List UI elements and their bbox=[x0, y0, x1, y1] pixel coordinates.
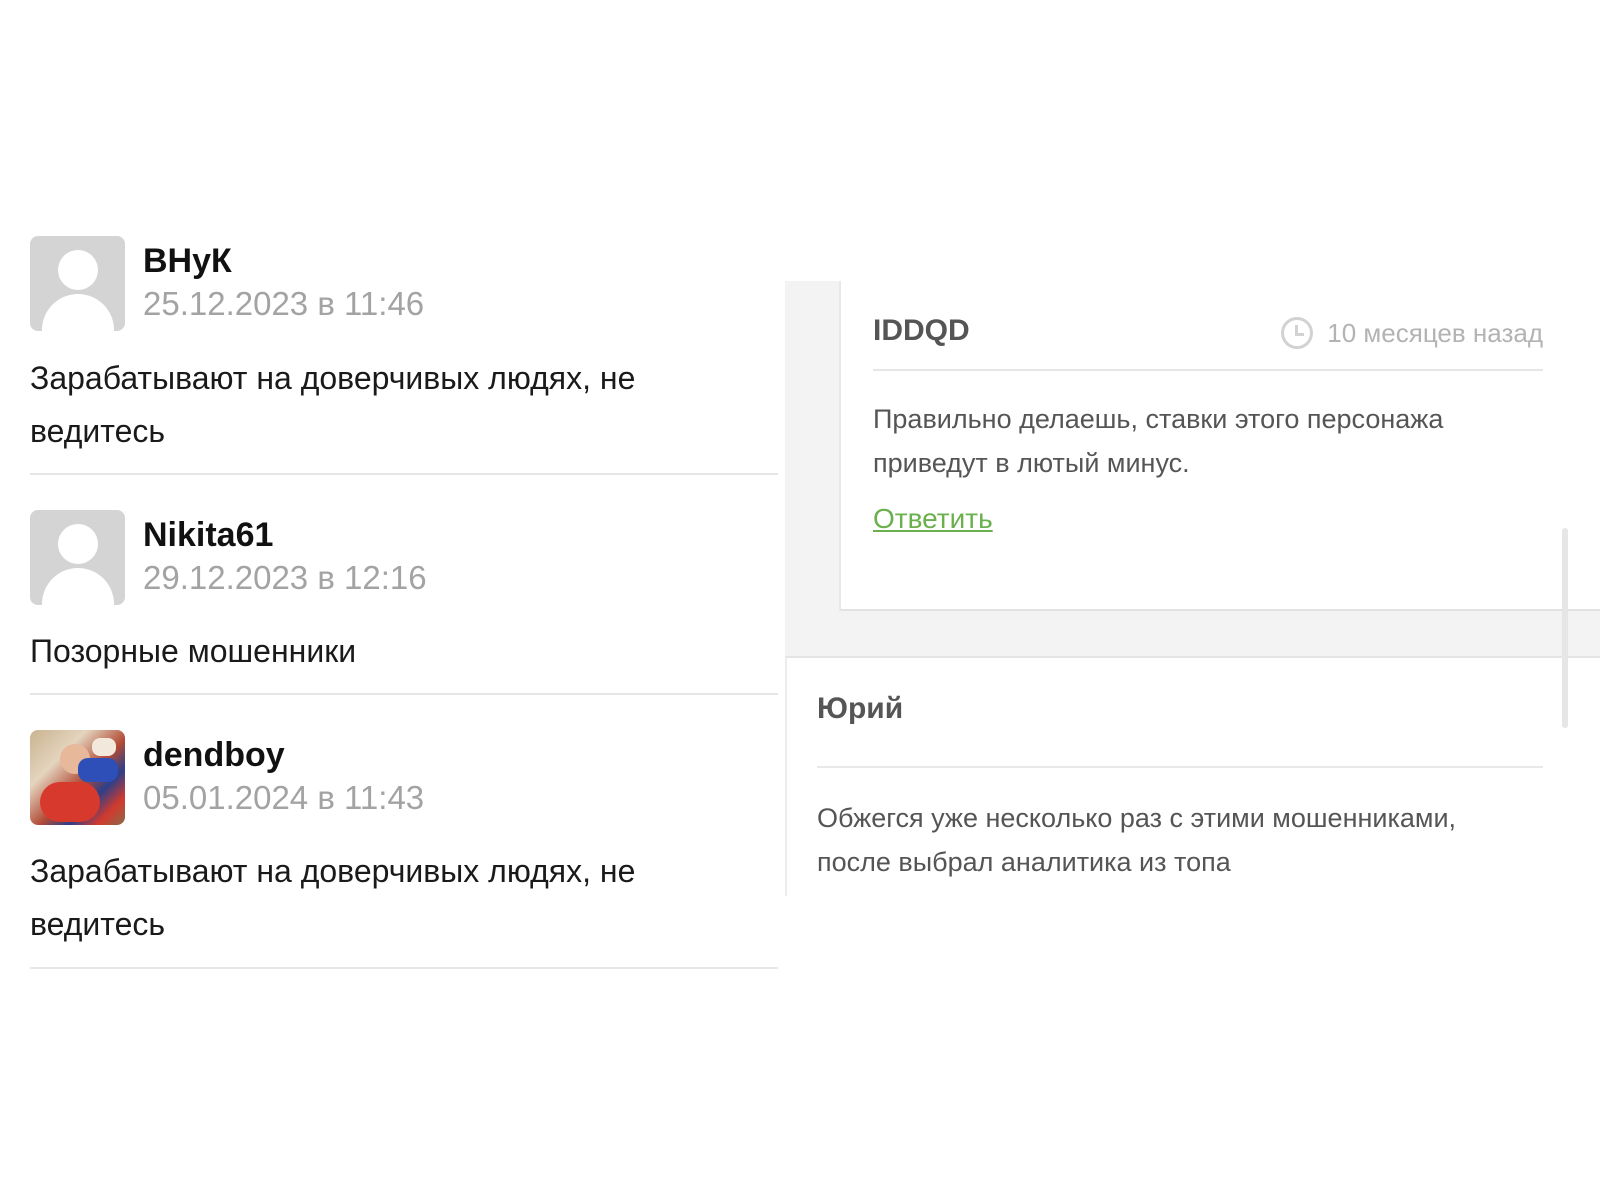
comment-date: 25.12.2023 в 11:46 bbox=[143, 285, 425, 322]
reply-timestamp: 10 месяцев назад bbox=[1281, 317, 1543, 349]
user-photo-avatar[interactable] bbox=[30, 730, 125, 825]
comment-meta: ВНуК 25.12.2023 в 11:46 bbox=[143, 236, 424, 326]
photo-shape bbox=[92, 738, 116, 756]
review-card: Юрий Обжегся уже несколько раз с этими м… bbox=[785, 656, 1600, 896]
avatar-head-shape bbox=[58, 250, 98, 290]
photo-shape bbox=[78, 758, 118, 782]
comment-username[interactable]: dendboy bbox=[143, 734, 424, 776]
comment-username[interactable]: Nikita61 bbox=[143, 514, 427, 556]
comment-header: Nikita61 29.12.2023 в 12:16 bbox=[30, 510, 778, 605]
comment-username[interactable]: ВНуК bbox=[143, 240, 424, 282]
comment-text: Зарабатывают на доверчивых людях, не вед… bbox=[30, 360, 636, 449]
reply-text: Правильно делаешь, ставки этого персонаж… bbox=[873, 404, 1444, 478]
photo-shape bbox=[40, 782, 100, 822]
avatar-head-shape bbox=[58, 524, 98, 564]
scrollbar[interactable] bbox=[1562, 528, 1568, 728]
reply-author: IDDQD bbox=[873, 314, 970, 347]
comment-meta: dendboy 05.01.2024 в 11:43 bbox=[143, 730, 424, 820]
review-author: Юрий bbox=[817, 692, 904, 725]
review-text: Обжегся уже несколько раз с этими мошенн… bbox=[817, 803, 1457, 877]
comment-date: 29.12.2023 в 12:16 bbox=[143, 559, 427, 596]
comment-list: ВНуК 25.12.2023 в 11:46 Зарабатывают на … bbox=[30, 236, 778, 969]
comment-item: Nikita61 29.12.2023 в 12:16 Позорные мош… bbox=[30, 475, 778, 695]
reply-header: IDDQD 10 месяцев назад bbox=[873, 297, 1543, 371]
comment-header: ВНуК 25.12.2023 в 11:46 bbox=[30, 236, 778, 331]
comment-header: dendboy 05.01.2024 в 11:43 bbox=[30, 730, 778, 825]
divider bbox=[817, 766, 1543, 768]
review-thread: IDDQD 10 месяцев назад Правильно делаешь… bbox=[785, 281, 1600, 896]
comment-item: ВНуК 25.12.2023 в 11:46 Зарабатывают на … bbox=[30, 236, 778, 475]
reply-card: IDDQD 10 месяцев назад Правильно делаешь… bbox=[839, 281, 1600, 611]
comment-text: Позорные мошенники bbox=[30, 633, 357, 669]
avatar-body-shape bbox=[42, 568, 114, 605]
default-avatar-icon[interactable] bbox=[30, 236, 125, 331]
reply-button[interactable]: Ответить bbox=[873, 503, 993, 535]
avatar-body-shape bbox=[42, 294, 114, 331]
clock-icon bbox=[1281, 317, 1314, 349]
comment-text: Зарабатывают на доверчивых людях, не вед… bbox=[30, 853, 636, 942]
comment-meta: Nikita61 29.12.2023 в 12:16 bbox=[143, 510, 427, 600]
comment-date: 05.01.2024 в 11:43 bbox=[143, 779, 425, 816]
comment-item: dendboy 05.01.2024 в 11:43 Зарабатывают … bbox=[30, 695, 778, 969]
reply-time-text: 10 месяцев назад bbox=[1327, 317, 1543, 348]
default-avatar-icon[interactable] bbox=[30, 510, 125, 605]
reply-container: IDDQD 10 месяцев назад Правильно делаешь… bbox=[785, 281, 1600, 658]
